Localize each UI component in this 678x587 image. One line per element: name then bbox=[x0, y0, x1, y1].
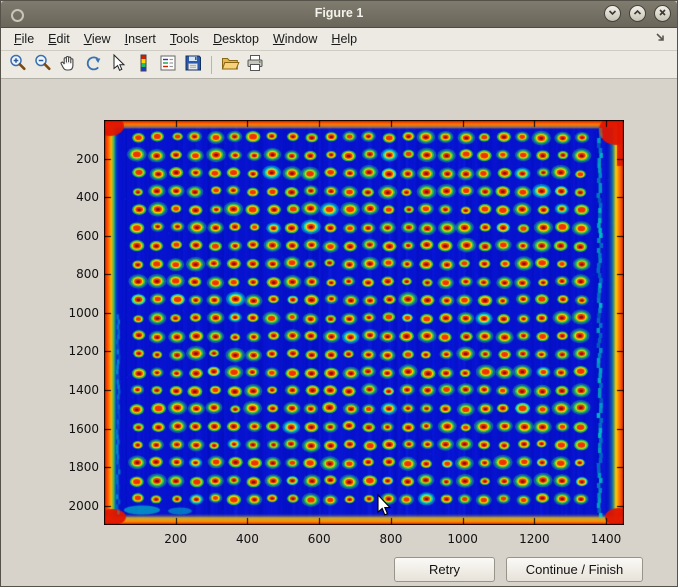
x-tick-label: 1200 bbox=[512, 532, 556, 546]
figure-window: { "window": { "title": "Figure 1", "cont… bbox=[0, 0, 678, 587]
menu-edit[interactable]: Edit bbox=[41, 30, 77, 48]
x-tick-label: 800 bbox=[369, 532, 413, 546]
close-button[interactable] bbox=[654, 5, 671, 22]
open-folder-button[interactable] bbox=[218, 53, 242, 76]
y-tick-label: 2000 bbox=[57, 499, 99, 513]
continue-finish-button[interactable]: Continue / Finish bbox=[506, 557, 643, 582]
legend-icon bbox=[158, 53, 178, 76]
y-tick-label: 1200 bbox=[57, 344, 99, 358]
x-tick-label: 1000 bbox=[441, 532, 485, 546]
menu-items: FileEditViewInsertToolsDesktopWindowHelp bbox=[7, 30, 364, 48]
y-tick-label: 600 bbox=[57, 229, 99, 243]
print-icon bbox=[245, 53, 265, 76]
toolbar bbox=[1, 51, 677, 79]
y-tick-label: 1800 bbox=[57, 460, 99, 474]
menu-desktop[interactable]: Desktop bbox=[206, 30, 266, 48]
x-tick-label: 1400 bbox=[584, 532, 628, 546]
x-tick-label: 200 bbox=[154, 532, 198, 546]
chevron-up-icon bbox=[632, 6, 643, 21]
zoom-out-icon bbox=[33, 53, 53, 76]
minimize-button[interactable] bbox=[604, 5, 621, 22]
data-cursor-button[interactable] bbox=[106, 53, 130, 76]
y-tick-label: 400 bbox=[57, 190, 99, 204]
menubar: FileEditViewInsertToolsDesktopWindowHelp bbox=[1, 28, 677, 51]
zoom-out-button[interactable] bbox=[31, 53, 55, 76]
print-button[interactable] bbox=[243, 53, 267, 76]
zoom-in-button[interactable] bbox=[6, 53, 30, 76]
rotate-3d-icon bbox=[83, 53, 103, 76]
zoom-in-icon bbox=[8, 53, 28, 76]
colorbar-icon bbox=[133, 53, 153, 76]
rotate-3d-button[interactable] bbox=[81, 53, 105, 76]
open-folder-icon bbox=[220, 53, 240, 76]
menu-insert[interactable]: Insert bbox=[118, 30, 163, 48]
x-tick-label: 400 bbox=[225, 532, 269, 546]
menu-view[interactable]: View bbox=[77, 30, 118, 48]
toolbar-separator bbox=[211, 56, 212, 74]
save-button[interactable] bbox=[181, 53, 205, 76]
menu-file[interactable]: File bbox=[7, 30, 41, 48]
menu-help[interactable]: Help bbox=[324, 30, 364, 48]
window-controls bbox=[604, 5, 671, 22]
pan-button[interactable] bbox=[56, 53, 80, 76]
titlebar[interactable]: Figure 1 bbox=[1, 1, 677, 28]
pan-icon bbox=[58, 53, 78, 76]
y-tick-label: 800 bbox=[57, 267, 99, 281]
y-tick-label: 1000 bbox=[57, 306, 99, 320]
figure-canvas-area: Retry Continue / Finish 200 400 600 800 1000… bbox=[1, 79, 677, 586]
data-cursor-icon bbox=[108, 53, 128, 76]
microarray-image[interactable] bbox=[104, 120, 624, 525]
window-title: Figure 1 bbox=[1, 6, 677, 20]
retry-button[interactable]: Retry bbox=[394, 557, 495, 582]
menu-window[interactable]: Window bbox=[266, 30, 324, 48]
x-icon bbox=[657, 6, 668, 21]
menu-tools[interactable]: Tools bbox=[163, 30, 206, 48]
chevron-down-icon bbox=[607, 6, 618, 21]
y-tick-label: 1400 bbox=[57, 383, 99, 397]
x-tick-label: 600 bbox=[297, 532, 341, 546]
save-icon bbox=[183, 53, 203, 76]
maximize-button[interactable] bbox=[629, 5, 646, 22]
y-tick-label: 1600 bbox=[57, 422, 99, 436]
dock-figure-icon[interactable] bbox=[655, 32, 667, 47]
y-tick-label: 200 bbox=[57, 152, 99, 166]
colorbar-button[interactable] bbox=[131, 53, 155, 76]
legend-button[interactable] bbox=[156, 53, 180, 76]
